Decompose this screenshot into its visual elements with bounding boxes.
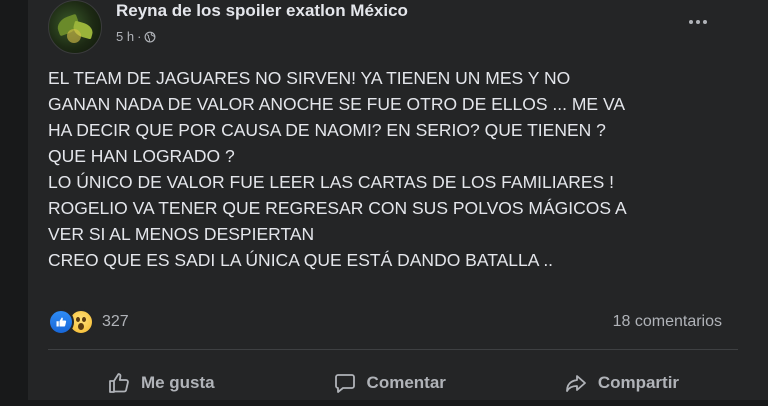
post-line: VER SI AL MENOS DESPIERTAN [48, 224, 315, 244]
like-reaction-icon [48, 309, 74, 335]
avatar-art [67, 29, 81, 43]
reaction-count[interactable]: 327 [102, 313, 129, 331]
share-icon [565, 375, 586, 392]
comment-icon [334, 374, 355, 393]
share-button[interactable]: Compartir [564, 371, 679, 395]
divider [48, 349, 738, 350]
thumbs-up-icon [109, 373, 129, 393]
author-avatar[interactable] [48, 0, 102, 54]
comment-label: Comentar [366, 373, 446, 392]
post-text: EL TEAM DE JAGUARES NO SIRVEN! YA TIENEN… [48, 65, 738, 273]
more-options-icon[interactable] [683, 12, 713, 32]
post-line: EL TEAM DE JAGUARES NO SIRVEN! YA TIENEN… [48, 68, 571, 88]
post-line: ROGELIO VA TENER QUE REGRESAR CON SUS PO… [48, 198, 627, 218]
action-bar: Me gusta Comentar Compartir [48, 360, 738, 406]
comments-count[interactable]: 18 comentarios [613, 313, 722, 331]
author-name[interactable]: Reyna de los spoiler exatlon México [116, 1, 408, 21]
post-time[interactable]: 5 h [116, 29, 134, 44]
comment-button[interactable]: Comentar [333, 371, 446, 395]
like-button[interactable]: Me gusta [107, 371, 215, 395]
reactions-summary[interactable]: 327 [48, 309, 129, 335]
meta-separator: · [137, 29, 142, 44]
post-meta: 5 h · [116, 29, 156, 44]
post-line: LO ÚNICO DE VALOR FUE LEER LAS CARTAS DE… [48, 172, 614, 192]
post-line: QUE HAN LOGRADO ? [48, 146, 235, 166]
post-card: Reyna de los spoiler exatlon México 5 h … [28, 0, 768, 400]
share-label: Compartir [597, 373, 680, 392]
post-line: HA DECIR QUE POR CAUSA DE NAOMI? EN SERI… [48, 120, 606, 140]
globe-icon [144, 31, 156, 42]
like-label: Me gusta [140, 373, 215, 392]
post-line: CREO QUE ES SADI LA ÚNICA QUE ESTÁ DANDO… [48, 250, 554, 270]
post-line: GANAN NADA DE VALOR ANOCHE SE FUE OTRO D… [48, 94, 625, 114]
